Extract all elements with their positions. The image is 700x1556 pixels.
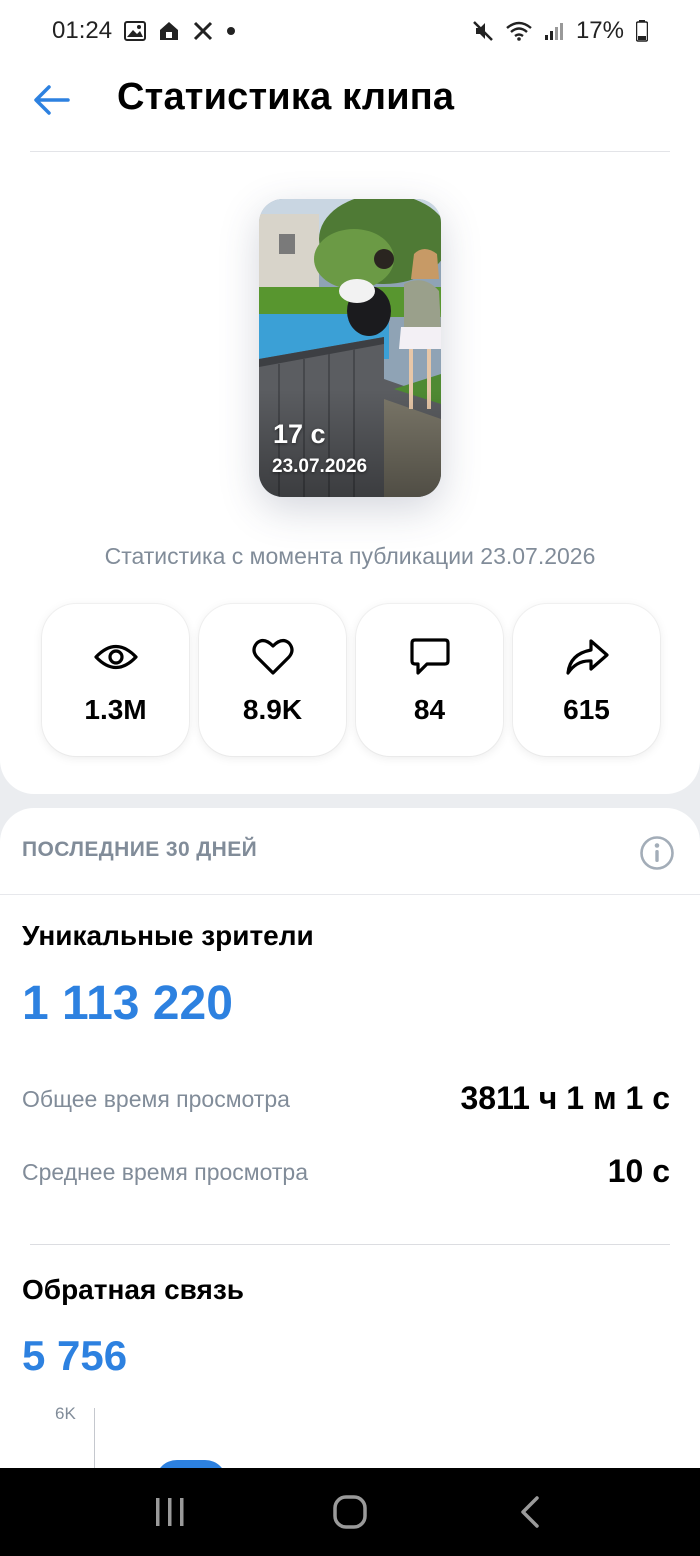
avg-watch-time-label: Среднее время просмотра (22, 1159, 308, 1185)
clip-duration: 17 с (273, 419, 326, 449)
feedback-value: 5 756 (22, 1332, 128, 1379)
comments-tile[interactable]: 84 (356, 604, 503, 756)
mid-divider (30, 1244, 670, 1245)
total-watch-time-value: 3811 ч 1 м 1 с (460, 1080, 670, 1116)
unique-viewers-value: 1 113 220 (22, 977, 233, 1030)
image-icon (124, 21, 147, 41)
status-bar: 01:24 17% (0, 0, 700, 62)
section-divider (0, 894, 700, 895)
info-icon (640, 836, 674, 870)
shares-count: 615 (563, 694, 610, 725)
avg-watch-time-value: 10 с (607, 1153, 670, 1189)
comments-count: 84 (413, 694, 446, 725)
status-left: 01:24 (52, 17, 236, 45)
feedback-title: Обратная связь (22, 1274, 244, 1305)
battery-percent: 17% (575, 17, 624, 44)
back-icon (521, 1496, 539, 1528)
stats-row: 1.3M 8.9K 84 615 (42, 604, 660, 756)
clip-summary-card: Статистика клипа 17 с 23.07.2026 Статист… (0, 62, 700, 794)
home-icon (333, 1495, 367, 1529)
clip-preview-image (259, 199, 441, 497)
home-button[interactable] (310, 1482, 390, 1542)
arrow-left-icon (34, 85, 70, 115)
comment-icon (407, 636, 453, 678)
likes-count: 8.9K (242, 694, 303, 725)
header-divider (30, 151, 670, 152)
wifi-icon (506, 21, 532, 41)
dot-icon (226, 26, 236, 36)
header: Статистика клипа (0, 62, 700, 150)
since-publication-text: Статистика с момента публикации 23.07.20… (104, 543, 596, 569)
chart-y-tick: 6K (55, 1404, 76, 1423)
period-label: ПОСЛЕДНИЕ 30 ДНЕЙ (22, 838, 258, 861)
x-logo-icon (192, 20, 214, 42)
home-lock-icon (158, 20, 180, 42)
clip-thumbnail[interactable]: 17 с 23.07.2026 (259, 199, 441, 497)
period-stats-card: ПОСЛЕДНИЕ 30 ДНЕЙ Уникальные зрители 1 1… (0, 808, 700, 1520)
info-button[interactable] (638, 834, 676, 872)
eye-icon (93, 636, 139, 678)
recents-button[interactable] (130, 1482, 210, 1542)
shares-tile[interactable]: 615 (513, 604, 660, 756)
battery-icon (636, 20, 648, 42)
nav-back-button[interactable] (490, 1482, 570, 1542)
likes-tile[interactable]: 8.9K (199, 604, 346, 756)
signal-icon (544, 21, 564, 41)
share-icon (564, 636, 610, 678)
page-title: Статистика клипа (117, 76, 455, 118)
recents-icon (156, 1498, 184, 1526)
unique-viewers-title: Уникальные зрители (22, 920, 314, 951)
views-tile[interactable]: 1.3M (42, 604, 189, 756)
system-nav-bar (0, 1468, 700, 1556)
views-count: 1.3M (84, 694, 147, 725)
total-watch-time-label: Общее время просмотра (22, 1086, 290, 1112)
back-button[interactable] (30, 78, 74, 122)
clock: 01:24 (52, 17, 113, 44)
clip-date: 23.07.2026 (272, 456, 368, 477)
heart-icon (250, 636, 296, 678)
mute-icon (472, 20, 494, 42)
status-right: 17% (472, 17, 648, 45)
